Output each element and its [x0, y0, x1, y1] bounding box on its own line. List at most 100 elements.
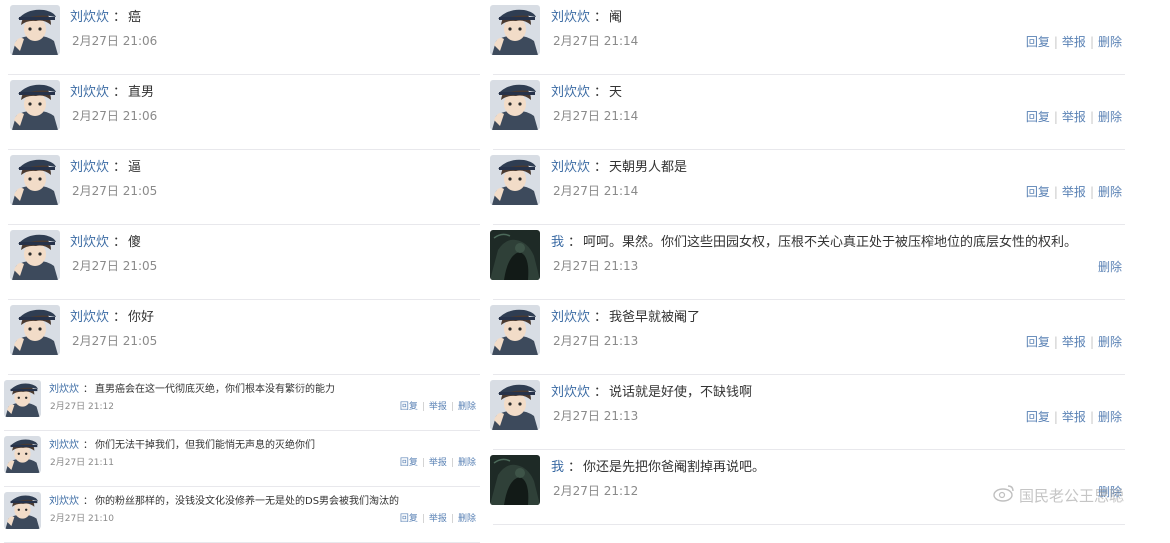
dark-avatar-icon[interactable]	[490, 455, 540, 505]
anime-avatar-icon[interactable]	[490, 5, 540, 55]
report-link[interactable]: 举报	[1062, 335, 1086, 349]
comment-content: 直男	[128, 85, 155, 100]
comment-text-line: 刘炊炊 ：你好	[70, 306, 154, 325]
reply-link[interactable]: 回复	[400, 458, 418, 468]
comment-item: 刘炊炊：我爸早就被阉了 2月27日 21:13 回复 | 举报 | 删除	[485, 300, 1125, 375]
comment-actions: 回复 | 举报 | 删除	[1026, 33, 1122, 50]
reply-link[interactable]: 回复	[1026, 110, 1050, 124]
dark-avatar-icon[interactable]	[490, 230, 540, 280]
action-divider: |	[1089, 410, 1094, 424]
comment-username[interactable]: 刘炊炊	[551, 85, 590, 100]
watermark-text: 国民老公王思聪	[1018, 486, 1124, 505]
comment-separator: ：	[113, 10, 127, 25]
reply-link[interactable]: 回复	[1026, 410, 1050, 424]
comment-username[interactable]: 刘炊炊	[49, 496, 79, 507]
delete-link[interactable]: 删除	[458, 458, 476, 468]
comment-content: 逼	[128, 160, 142, 175]
comment-username[interactable]: 刘炊炊	[49, 440, 79, 451]
anime-avatar-icon[interactable]	[10, 80, 60, 130]
delete-link[interactable]: 删除	[1098, 260, 1122, 274]
comment-text-line: 刘炊炊 ：癌	[70, 6, 141, 25]
comment-username[interactable]: 刘炊炊	[70, 85, 109, 100]
anime-avatar-icon[interactable]	[4, 436, 41, 473]
comment-username[interactable]: 刘炊炊	[70, 310, 109, 325]
delete-link[interactable]: 删除	[458, 514, 476, 524]
action-divider: |	[1089, 185, 1094, 199]
reply-link[interactable]: 回复	[1026, 35, 1050, 49]
reply-link[interactable]: 回复	[1026, 185, 1050, 199]
anime-avatar-icon[interactable]	[10, 5, 60, 55]
comment-text-line: 刘炊炊 ：你的粉丝那样的，没钱没文化没修养一无是处的DS男会被我们淘汰的	[49, 492, 399, 507]
report-link[interactable]: 举报	[1062, 110, 1086, 124]
anime-avatar-icon[interactable]	[10, 305, 60, 355]
report-link[interactable]: 举报	[429, 458, 447, 468]
comment-content: 癌	[128, 10, 142, 25]
delete-link[interactable]: 删除	[1098, 410, 1122, 424]
anime-avatar-icon[interactable]	[490, 155, 540, 205]
comment-username[interactable]: 我	[551, 460, 564, 475]
anime-avatar-icon[interactable]	[4, 492, 41, 529]
comment-content: 阉	[609, 10, 623, 25]
anime-avatar-icon[interactable]	[490, 80, 540, 130]
comment-item: 刘炊炊 ：直男癌会在这一代彻底灭绝，你们根本没有繁衍的能力 2月27日 21:12 回…	[0, 375, 480, 431]
anime-avatar-icon[interactable]	[4, 380, 41, 417]
comment-item: 刘炊炊：天 2月27日 21:14 回复 | 举报 | 删除	[485, 75, 1125, 150]
report-link[interactable]: 举报	[1062, 410, 1086, 424]
comment-timestamp: 2月27日 21:13	[553, 409, 639, 423]
reply-link[interactable]: 回复	[400, 402, 418, 412]
comment-text-line: 刘炊炊 ：天	[551, 81, 622, 100]
delete-link[interactable]: 删除	[458, 402, 476, 412]
comment-username[interactable]: 刘炊炊	[551, 385, 590, 400]
comment-actions: 回复 | 举报 | 删除	[1026, 183, 1122, 200]
comment-content: 说话就是好使，不缺钱啊	[609, 385, 753, 400]
comment-separator: ：	[83, 440, 93, 451]
comment-item: 刘炊炊 ：傻 2月27日 21:05	[0, 225, 480, 300]
weibo-logo-icon	[993, 484, 1015, 506]
comment-item: 我 ：呵呵。果然。你们这些田园女权，压根不关心真正处于被压榨地位的底层女性的权利。…	[485, 225, 1125, 300]
comment-text-line: 刘炊炊 ：直男癌会在这一代彻底灭绝，你们根本没有繁衍的能力	[49, 380, 335, 395]
comment-separator: ：	[594, 10, 608, 25]
reply-link[interactable]: 回复	[400, 514, 418, 524]
delete-link[interactable]: 删除	[1098, 185, 1122, 199]
comment-username[interactable]: 刘炊炊	[49, 384, 79, 395]
delete-link[interactable]: 删除	[1098, 335, 1122, 349]
comment-item: 刘炊炊 ：你好 2月27日 21:05	[0, 300, 480, 375]
comment-divider	[493, 524, 1125, 525]
comment-text-line: 刘炊炊 ：天朝男人都是	[551, 156, 687, 175]
comment-separator: ：	[594, 85, 608, 100]
comment-timestamp: 2月27日 21:13	[553, 334, 639, 348]
reply-link[interactable]: 回复	[1026, 335, 1050, 349]
comment-username[interactable]: 刘炊炊	[70, 10, 109, 25]
comment-username[interactable]: 刘炊炊	[551, 310, 590, 325]
delete-link[interactable]: 删除	[1098, 110, 1122, 124]
comment-item: 刘炊炊 ：逼 2月27日 21:05	[0, 150, 480, 225]
anime-avatar-icon[interactable]	[490, 380, 540, 430]
comment-separator: ：	[594, 160, 608, 175]
comment-username[interactable]: 刘炊炊	[551, 10, 590, 25]
comment-actions: 回复 | 举报 | 删除	[1026, 333, 1122, 350]
action-divider: |	[1053, 110, 1058, 124]
comment-timestamp: 2月27日 21:10	[50, 514, 114, 524]
comment-timestamp: 2月27日 21:05	[72, 184, 158, 198]
report-link[interactable]: 举报	[429, 514, 447, 524]
anime-avatar-icon[interactable]	[10, 155, 60, 205]
comment-text-line: 刘炊炊 ：你们无法干掉我们，但我们能悄无声息的灭绝你们	[49, 436, 315, 451]
comment-item: 刘炊炊 ：癌 2月27日 21:06	[0, 0, 480, 75]
comment-username[interactable]: 我	[551, 235, 564, 250]
action-divider: |	[1089, 35, 1094, 49]
comment-username[interactable]: 刘炊炊	[551, 160, 590, 175]
comment-username[interactable]: 刘炊炊	[70, 235, 109, 250]
comment-text-line: 刘炊炊 ：我爸早就被阉了	[551, 306, 700, 325]
comment-actions: 删除	[1098, 258, 1122, 275]
comment-separator: ：	[113, 235, 127, 250]
comment-content: 呵呵。果然。你们这些田园女权，压根不关心真正处于被压榨地位的底层女性的权利。	[583, 235, 1078, 250]
report-link[interactable]: 举报	[1062, 185, 1086, 199]
report-link[interactable]: 举报	[1062, 35, 1086, 49]
comment-username[interactable]: 刘炊炊	[70, 160, 109, 175]
comment-separator: ：	[568, 235, 582, 250]
anime-avatar-icon[interactable]	[490, 305, 540, 355]
anime-avatar-icon[interactable]	[10, 230, 60, 280]
delete-link[interactable]: 删除	[1098, 35, 1122, 49]
comment-separator: ：	[83, 384, 93, 395]
report-link[interactable]: 举报	[429, 402, 447, 412]
